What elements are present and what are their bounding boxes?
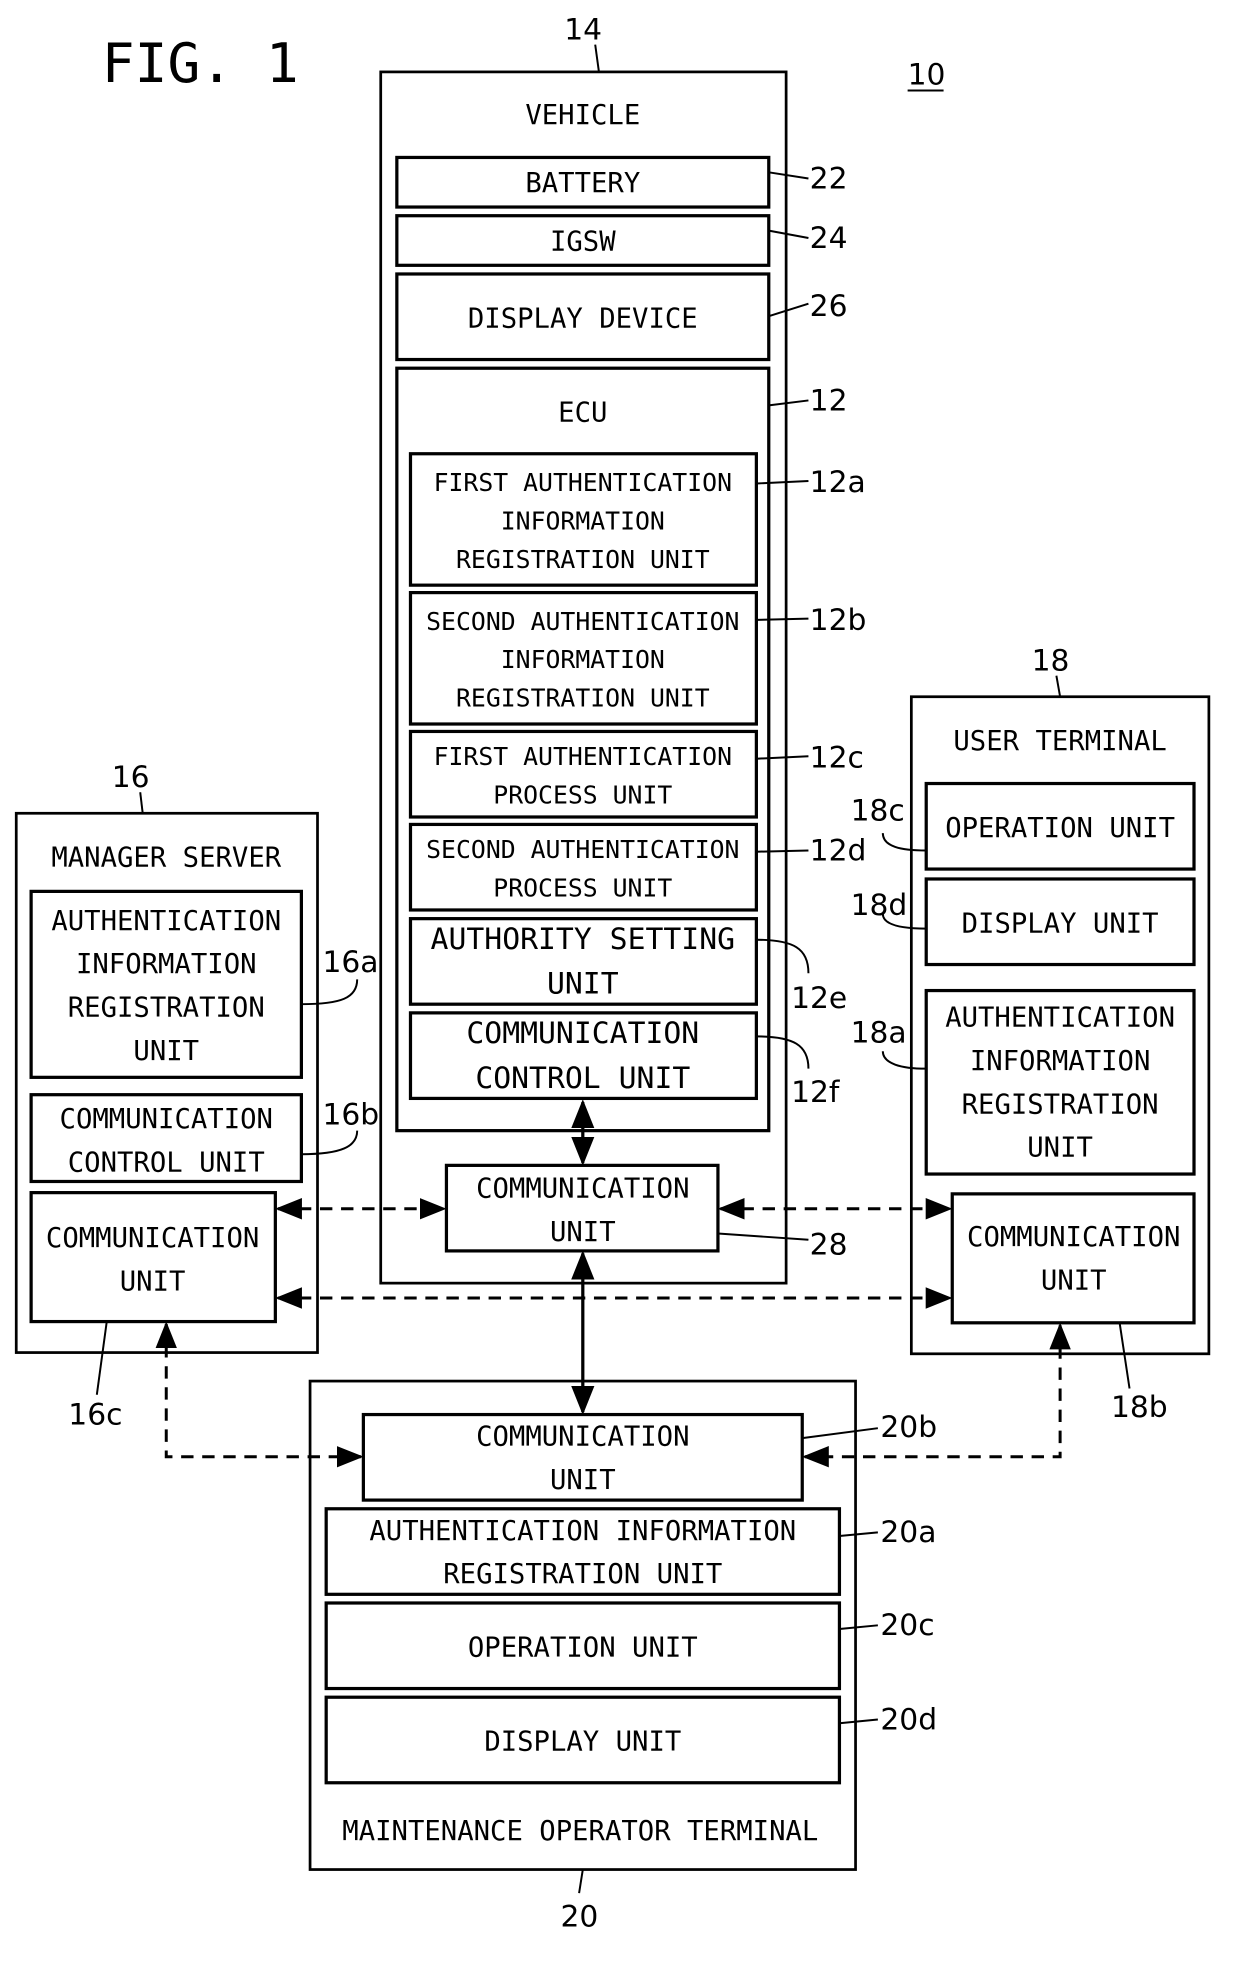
mt-display-unit-ref: 20d: [880, 1702, 937, 1737]
maintenance-terminal-title: MAINTENANCE OPERATOR TERMINAL: [342, 1816, 818, 1847]
ecu-title: ECU: [558, 398, 607, 429]
ecu-unit-label-12b-line2: INFORMATION: [501, 645, 665, 674]
ms-auth-ref: 16a: [322, 945, 378, 980]
ms-comm-unit-box: [29, 1191, 277, 1324]
ecu-unit-label-12a-line2: INFORMATION: [501, 506, 665, 535]
ecu-unit-label-12f-line1: COMMUNICATION: [466, 1016, 699, 1051]
vehicle-leader: [594, 44, 600, 73]
ms-comm-control-ref: 16b: [322, 1097, 379, 1132]
vehicle-ref: 14: [564, 13, 602, 48]
user-terminal-title: USER TERMINAL: [953, 726, 1166, 757]
ut-auth-line2: INFORMATION: [970, 1046, 1151, 1077]
mt-comm-unit-ref: 20b: [880, 1410, 937, 1445]
mt-operation-unit-label: OPERATION UNIT: [468, 1632, 698, 1663]
display-device-ref: 26: [810, 289, 848, 324]
ecu-unit-label-12a-line1: FIRST AUTHENTICATION: [434, 468, 732, 497]
ut-comm-unit-box: [950, 1192, 1196, 1325]
ecu-unit-label-12e-line1: AUTHORITY SETTING: [431, 922, 735, 957]
ut-comm-unit-line2: UNIT: [1041, 1265, 1107, 1296]
ut-comm-unit-line1: COMMUNICATION: [967, 1222, 1180, 1253]
ecu-ref: 12: [810, 383, 848, 418]
display-device-label: DISPLAY DEVICE: [468, 303, 698, 334]
ecu-unit-label-12d-line1: SECOND AUTHENTICATION: [426, 835, 739, 864]
ms-comm-unit-ref: 16c: [68, 1397, 122, 1432]
ms-comm-control-line1: COMMUNICATION: [60, 1104, 273, 1135]
ut-comm-unit-ref: 18b: [1111, 1390, 1168, 1425]
battery-ref: 22: [810, 161, 848, 196]
igsw-label: IGSW: [550, 226, 616, 257]
mt-auth-line2: REGISTRATION UNIT: [443, 1559, 722, 1590]
mt-comm-unit-line1: COMMUNICATION: [476, 1422, 689, 1453]
ecu-unit-ref-12b: 12b: [810, 603, 867, 638]
igsw-ref: 24: [810, 221, 848, 256]
vehicle-comm-unit-line2: UNIT: [550, 1217, 616, 1248]
ecu-unit-label-12e-line2: UNIT: [547, 967, 619, 1002]
ecu-unit-label-12f-line2: CONTROL UNIT: [475, 1061, 690, 1096]
ms-comm-unit-line2: UNIT: [120, 1267, 186, 1298]
ecu-unit-label-12d-line2: PROCESS UNIT: [493, 873, 672, 902]
vehicle-block: 14 VEHICLE BATTERY 22 IGSW 24 DISPLAY DE…: [379, 13, 867, 1285]
vehicle-comm-unit-ref: 28: [810, 1228, 848, 1263]
ecu-unit-leader-12d: [756, 849, 809, 853]
manager-server-ref: 16: [112, 760, 150, 795]
ecu-unit-label-12c-line2: PROCESS UNIT: [493, 780, 672, 809]
ms-auth-line4: UNIT: [133, 1036, 199, 1067]
system-ref: 10: [908, 57, 946, 92]
ecu-unit-ref-12a: 12a: [810, 465, 866, 500]
ecu-unit-ref-12e: 12e: [791, 981, 847, 1016]
block-diagram: FIG. 1 10 14 VEHICLE BATTERY 22 IGSW 24 …: [14, 13, 1211, 1935]
user-terminal-block: 18 USER TERMINAL OPERATION UNIT 18c DISP…: [851, 644, 1211, 1425]
manager-server-block: 16 MANAGER SERVER AUTHENTICATION INFORMA…: [14, 760, 379, 1432]
manager-server-title: MANAGER SERVER: [51, 843, 281, 874]
ut-display-unit-label: DISPLAY UNIT: [962, 908, 1159, 939]
ms-auth-line3: REGISTRATION: [68, 993, 265, 1024]
ut-operation-unit-ref: 18c: [851, 794, 905, 829]
ms-comm-unit-line1: COMMUNICATION: [46, 1223, 259, 1254]
ecu-unit-label-12b-line3: REGISTRATION UNIT: [456, 684, 710, 713]
ut-auth-line1: AUTHENTICATION: [945, 1003, 1175, 1034]
ecu-unit-ref-12f: 12f: [791, 1075, 841, 1110]
ut-display-unit-ref: 18d: [851, 888, 908, 923]
battery-label: BATTERY: [525, 168, 640, 199]
mt-operation-unit-ref: 20c: [880, 1608, 934, 1643]
ecu-unit-leader-12b: [756, 617, 809, 621]
ms-comm-control-line2: CONTROL UNIT: [68, 1148, 265, 1179]
ut-auth-line3: REGISTRATION: [962, 1089, 1159, 1120]
ut-auth-ref: 18a: [851, 1016, 907, 1051]
ecu-unit-ref-12d: 12d: [810, 833, 867, 868]
ecu-unit-label-12c-line1: FIRST AUTHENTICATION: [434, 742, 732, 771]
mt-auth-line1: AUTHENTICATION INFORMATION: [369, 1516, 796, 1547]
maintenance-terminal-block: COMMUNICATION UNIT 20b AUTHENTICATION IN…: [308, 1379, 937, 1935]
ecu-unit-ref-12c: 12c: [810, 740, 864, 775]
mt-comm-unit-line2: UNIT: [550, 1465, 616, 1496]
ms-auth-line2: INFORMATION: [76, 949, 257, 980]
ut-operation-unit-label: OPERATION UNIT: [945, 813, 1175, 844]
mt-auth-ref: 20a: [880, 1515, 936, 1550]
ecu-unit-label-12a-line3: REGISTRATION UNIT: [456, 545, 710, 574]
ecu-unit-label-12b-line1: SECOND AUTHENTICATION: [426, 607, 739, 636]
figure-title: FIG. 1: [102, 31, 299, 95]
user-terminal-ref: 18: [1032, 644, 1070, 679]
ms-auth-line1: AUTHENTICATION: [51, 906, 281, 937]
maintenance-terminal-ref: 20: [560, 1900, 598, 1935]
vehicle-title: VEHICLE: [525, 100, 640, 131]
ut-auth-line4: UNIT: [1027, 1133, 1093, 1164]
mt-display-unit-label: DISPLAY UNIT: [484, 1727, 681, 1758]
vehicle-comm-unit-line1: COMMUNICATION: [476, 1174, 689, 1205]
